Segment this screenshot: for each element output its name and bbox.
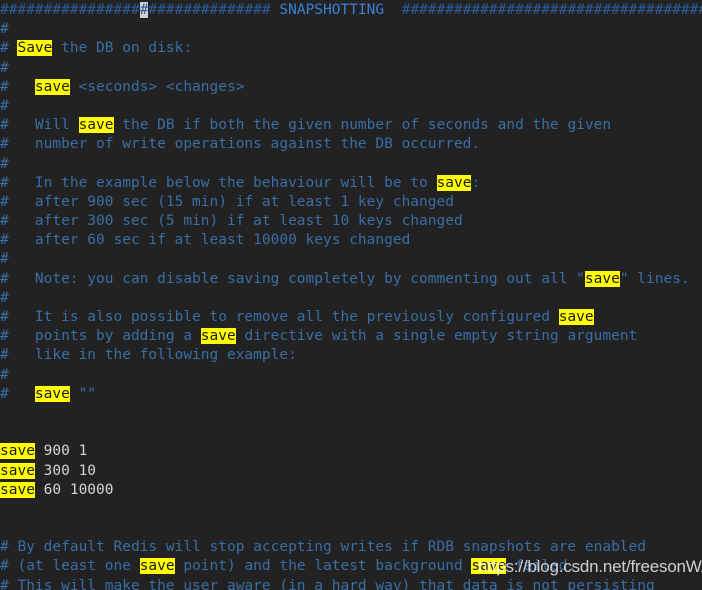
comment-text: # after 60 sec if at least 10000 keys ch…	[0, 232, 411, 249]
comment-text: " lines.	[619, 270, 690, 287]
code-line[interactable]: # save <seconds> <changes>	[0, 78, 702, 97]
config-directive-text: 60 10000	[34, 481, 114, 498]
comment-text: # after 900 sec (15 min) if at least 1 k…	[0, 193, 454, 210]
comment-text: #	[0, 21, 9, 38]
search-highlight: Save	[17, 40, 53, 57]
code-line[interactable]: #	[0, 250, 702, 269]
comment-text: #	[0, 155, 9, 172]
code-line[interactable]: #	[0, 97, 702, 116]
comment-text: #	[0, 385, 35, 402]
comment-text: #	[0, 97, 9, 114]
config-directive-text: 300 10	[34, 462, 97, 479]
code-line[interactable]: # after 300 sec (5 min) if at least 10 k…	[0, 212, 702, 231]
code-line[interactable]: #	[0, 289, 702, 308]
comment-text: #	[0, 251, 9, 268]
section-title: SNAPSHOTTING	[270, 2, 393, 18]
code-line[interactable]: # Will save the DB if both the given num…	[0, 116, 702, 135]
search-highlight: save	[471, 558, 507, 575]
search-highlight: save	[0, 481, 35, 498]
code-line[interactable]: # In the example below the behaviour wil…	[0, 174, 702, 193]
code-line[interactable]	[0, 423, 702, 442]
comment-text: ########################################…	[401, 2, 702, 18]
comment-text: failed.	[506, 558, 577, 575]
comment-text: #	[0, 366, 9, 383]
comment-text: # By default Redis will stop accepting w…	[0, 539, 647, 556]
comment-text: ################	[0, 2, 140, 18]
comment-text: # Note: you can disable saving completel…	[0, 270, 585, 287]
code-line[interactable]: #	[0, 20, 702, 39]
code-line[interactable]: save 60 10000	[0, 481, 702, 500]
code-line[interactable]: #	[0, 366, 702, 385]
code-buffer[interactable]: ############################### SNAPSHOT…	[0, 0, 702, 590]
comment-text: # It is also possible to remove all the …	[0, 309, 559, 325]
code-line[interactable]: # number of write operations against the…	[0, 135, 702, 154]
comment-text: :	[471, 174, 481, 191]
comment-text: <seconds> <changes>	[69, 78, 245, 95]
code-line[interactable]: # after 900 sec (15 min) if at least 1 k…	[0, 193, 702, 212]
comment-text: #	[0, 40, 18, 57]
code-line[interactable]: ############################### SNAPSHOT…	[0, 1, 702, 20]
code-line[interactable]: #	[0, 59, 702, 78]
comment-text: the DB if both the given number of secon…	[113, 117, 612, 134]
comment-text: ""	[69, 385, 97, 402]
comment-text: # number of write operations against the…	[0, 136, 481, 153]
search-highlight: save	[34, 78, 70, 95]
config-directive-text: 900 1	[34, 443, 88, 460]
code-line[interactable]: # like in the following example:	[0, 346, 702, 365]
code-line[interactable]: save 900 1	[0, 442, 702, 461]
search-highlight: save	[139, 558, 175, 575]
code-line[interactable]	[0, 500, 702, 519]
code-line[interactable]: # (at least one save point) and the late…	[0, 557, 702, 576]
comment-text: ##############	[148, 2, 271, 18]
search-highlight: save	[0, 462, 35, 479]
code-line[interactable]: # Note: you can disable saving completel…	[0, 270, 702, 289]
terminal-screen[interactable]: ############################### SNAPSHOT…	[0, 0, 702, 590]
search-highlight: save	[78, 117, 114, 134]
code-line[interactable]: # save ""	[0, 385, 702, 404]
code-line[interactable]: save 300 10	[0, 462, 702, 481]
code-line[interactable]	[0, 519, 702, 538]
comment-text: #	[0, 78, 35, 95]
code-line[interactable]	[0, 404, 702, 423]
comment-text: # In the example below the behaviour wil…	[0, 174, 437, 191]
code-line[interactable]: # after 60 sec if at least 10000 keys ch…	[0, 231, 702, 250]
comment-text: #	[0, 59, 9, 76]
code-line[interactable]: # It is also possible to remove all the …	[0, 308, 702, 327]
search-highlight: save	[200, 328, 236, 345]
comment-text: # (at least one	[0, 558, 140, 575]
comment-text: #	[0, 289, 9, 306]
search-highlight: save	[584, 270, 620, 287]
search-highlight: save	[0, 443, 35, 460]
comment-text: the DB on disk:	[52, 40, 193, 57]
comment-text: # after 300 sec (5 min) if at least 10 k…	[0, 213, 463, 230]
code-line[interactable]: # By default Redis will stop accepting w…	[0, 538, 702, 557]
search-highlight: save	[34, 385, 70, 402]
code-line[interactable]: # points by adding a save directive with…	[0, 327, 702, 346]
code-line[interactable]: #	[0, 155, 702, 174]
search-highlight: save	[558, 309, 594, 325]
search-highlight: save	[436, 174, 472, 191]
comment-text: directive with a single empty string arg…	[235, 328, 638, 345]
code-line[interactable]: # Save the DB on disk:	[0, 39, 702, 58]
comment-text: point) and the latest background	[174, 558, 472, 575]
comment-text: # points by adding a	[0, 328, 201, 345]
comment-text: # Will	[0, 117, 79, 134]
comment-text: # like in the following example:	[0, 347, 297, 364]
comment-text: # This will make the user aware (in a ha…	[0, 577, 655, 590]
code-line[interactable]: # This will make the user aware (in a ha…	[0, 577, 702, 590]
